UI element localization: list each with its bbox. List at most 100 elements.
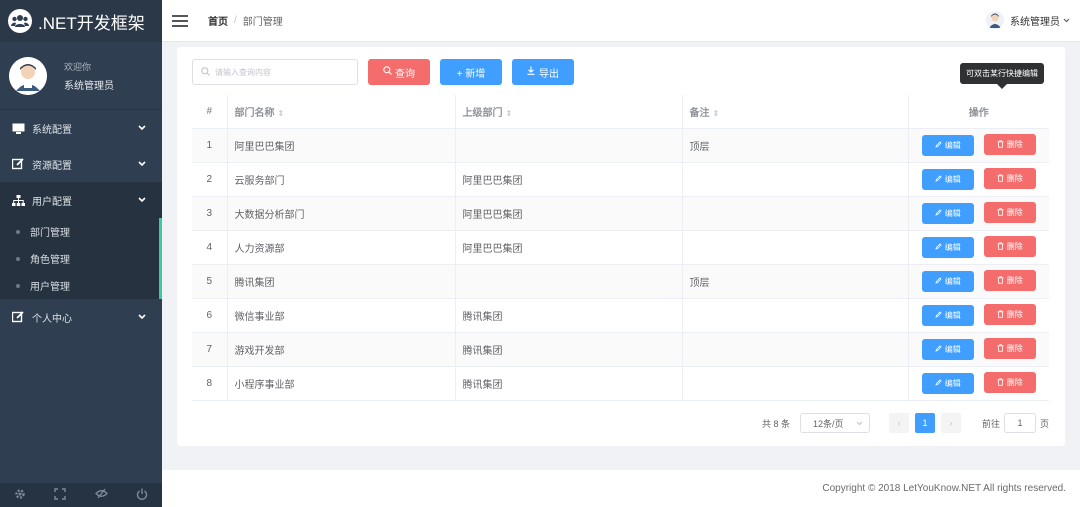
table-row[interactable]: 7 游戏开发部 腾讯集团 编辑 删除 [192,332,1049,367]
row-department-name: 小程序事业部 [227,366,456,401]
edit-button[interactable]: 编辑 [921,236,974,258]
toolbar: 请输入查询内容 查询 + 新增 导出 [192,59,574,85]
sidebar-item-user-config[interactable]: 用户配置 [0,182,162,218]
eye-slash-icon[interactable] [94,488,108,502]
column-header-label: 部门名称 [234,107,275,119]
delete-button[interactable]: 删除 [983,134,1036,156]
row-parent-department: 腾讯集团 [455,332,683,367]
subitem-label: 角色管理 [30,255,70,266]
logo[interactable]: .NET开发框架 [0,0,162,42]
avatar [986,11,1004,29]
sidebar-footer [0,483,162,507]
export-button[interactable]: 导出 [512,59,574,85]
pencil-icon [935,311,942,320]
edit-button[interactable]: 编辑 [921,168,974,190]
breadcrumb-home[interactable]: 首页 [208,13,228,28]
add-button[interactable]: + 新增 [440,59,502,85]
column-header-note[interactable]: 备注 ⇕ [682,95,909,129]
row-index: 3 [192,196,228,231]
row-index: 4 [192,230,228,265]
header-user-menu[interactable]: 系统管理员 [986,11,1070,29]
edit-button[interactable]: 编辑 [921,372,974,394]
row-department-name: 微信事业部 [227,298,456,333]
subitem-label: 部门管理 [30,228,70,239]
table-row[interactable]: 3 大数据分析部门 阿里巴巴集团 编辑 删除 [192,196,1049,231]
export-label: 导出 [539,68,559,80]
delete-label: 删除 [1006,140,1023,150]
sidebar-subitem-user[interactable]: 用户管理 [0,272,159,299]
column-header-actions: 操作 [908,95,1049,129]
delete-label: 删除 [1006,378,1023,388]
row-parent-department: 腾讯集团 [455,366,683,401]
page-size-value: 12条/页 [812,418,844,429]
table-body: 1 阿里巴巴集团 顶层 编辑 删除 2 云服务部门 阿里巴巴集团 编辑 删除 3 大数据分析部门 阿里巴… [192,128,1049,401]
sort-icon[interactable]: ⇕ [713,109,720,118]
bullet-icon [16,283,20,288]
table-row[interactable]: 5 腾讯集团 顶层 编辑 删除 [192,264,1049,299]
edit-label: 编辑 [944,378,961,388]
table-row[interactable]: 2 云服务部门 阿里巴巴集团 编辑 删除 [192,162,1049,197]
search-input[interactable]: 请输入查询内容 [192,59,358,85]
table-row[interactable]: 6 微信事业部 腾讯集团 编辑 删除 [192,298,1049,333]
avatar[interactable] [9,56,47,95]
delete-button[interactable]: 删除 [983,338,1036,360]
sidebar-item-system-config[interactable]: 系统配置 [0,110,162,146]
edit-button[interactable]: 编辑 [921,270,974,292]
edit-icon [10,158,26,170]
delete-button[interactable]: 删除 [983,202,1036,224]
delete-button[interactable]: 删除 [983,304,1036,326]
column-header-name[interactable]: 部门名称 ⇕ [227,95,456,129]
edit-button[interactable]: 编辑 [921,202,974,224]
edit-button[interactable]: 编辑 [921,304,974,326]
next-page-button[interactable]: › [940,413,961,433]
chevron-down-icon [138,195,146,206]
monitor-icon [10,123,26,134]
page-number-button[interactable]: 1 [914,413,935,433]
row-note [682,298,909,333]
sidebar-item-resource-config[interactable]: 资源配置 [0,146,162,182]
pagination: 共 8 条 12条/页 ‹ 1 › 前往 1 页 [762,413,1049,433]
power-icon[interactable] [136,488,148,503]
table-row[interactable]: 4 人力资源部 阿里巴巴集团 编辑 删除 [192,230,1049,265]
page-size-select[interactable]: 12条/页 [799,413,870,433]
column-header-parent[interactable]: 上级部门 ⇕ [455,95,683,129]
trash-icon [997,242,1004,252]
trash-icon [997,378,1004,388]
users-logo-icon [8,9,32,33]
sidebar-item-personal-center[interactable]: 个人中心 [0,299,162,335]
prev-page-button[interactable]: ‹ [888,413,909,433]
goto-page-input[interactable]: 1 [1003,413,1036,433]
gear-icon[interactable] [14,488,26,503]
delete-button[interactable]: 删除 [983,236,1036,258]
delete-label: 删除 [1006,344,1023,354]
query-button[interactable]: 查询 [368,59,430,85]
sort-icon[interactable]: ⇕ [506,109,513,118]
row-actions: 编辑 删除 [908,196,1049,231]
search-placeholder: 请输入查询内容 [215,67,271,77]
pencil-icon [935,277,942,286]
row-parent-department [455,264,683,299]
copyright-text: Copyright © 2018 LetYouKnow.NET All righ… [822,483,1066,494]
fullscreen-icon[interactable] [54,487,67,503]
sidebar-subitem-department[interactable]: 部门管理 [0,218,159,245]
row-actions: 编辑 删除 [908,332,1049,367]
edit-button[interactable]: 编辑 [921,338,974,360]
sidebar-subitem-role[interactable]: 角色管理 [0,245,159,272]
row-index: 2 [192,162,228,197]
edit-label: 编辑 [944,208,961,218]
table-row[interactable]: 8 小程序事业部 腾讯集团 编辑 删除 [192,366,1049,401]
edit-button[interactable]: 编辑 [921,134,974,156]
trash-icon [997,140,1004,150]
menu-toggle-icon[interactable] [172,12,188,30]
table-row[interactable]: 1 阿里巴巴集团 顶层 编辑 删除 [192,128,1049,163]
chevron-down-icon [138,159,146,170]
delete-button[interactable]: 删除 [983,372,1036,394]
delete-button[interactable]: 删除 [983,168,1036,190]
sort-icon[interactable]: ⇕ [278,109,285,118]
chevron-down-icon [1063,15,1070,26]
trash-icon [997,310,1004,320]
trash-icon [997,208,1004,218]
row-parent-department: 阿里巴巴集团 [455,230,683,265]
delete-button[interactable]: 删除 [983,270,1036,292]
trash-icon [997,174,1004,184]
